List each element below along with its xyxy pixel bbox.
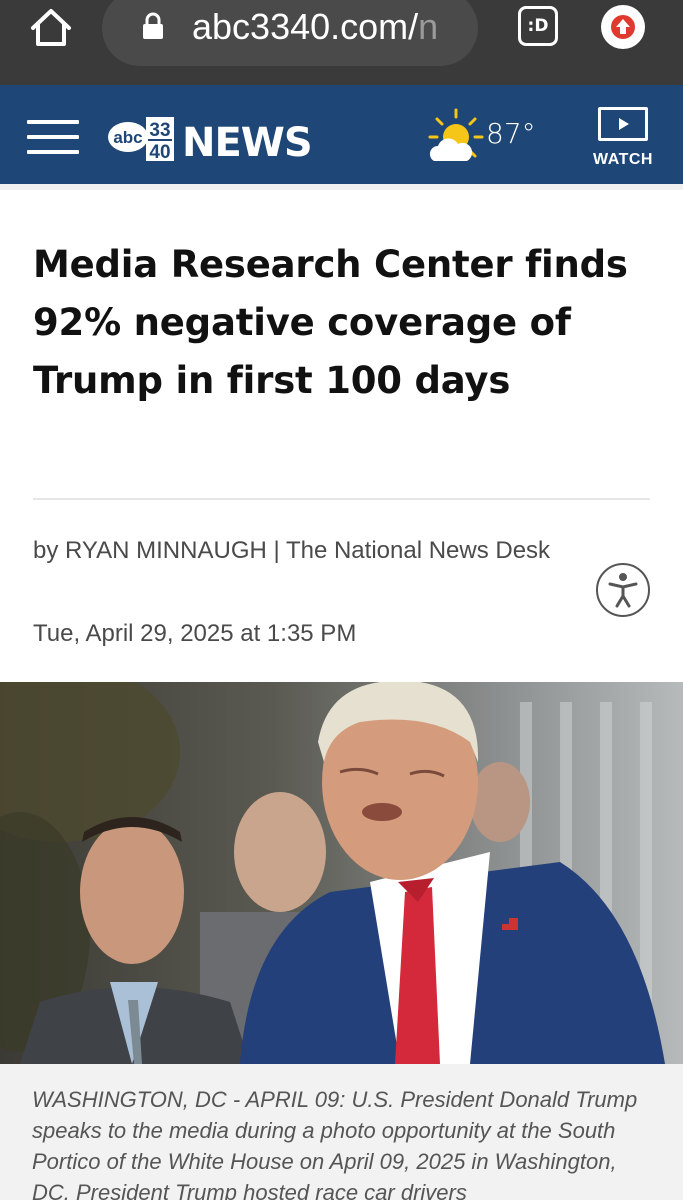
article-photo[interactable] <box>0 682 683 1064</box>
upload-arrow-icon <box>611 15 635 39</box>
home-button[interactable] <box>28 4 74 50</box>
article-headline: Media Research Center finds 92% negative… <box>33 243 628 402</box>
partly-sunny-icon <box>428 108 484 161</box>
abc3340-news-logo[interactable]: abc 33 40 NEWS <box>106 113 330 165</box>
article-byline: by RYAN MINNAUGH | The National News Des… <box>33 537 551 564</box>
site-header: abc 33 40 NEWS 87° WATCH <box>0 85 683 190</box>
home-icon <box>31 9 71 46</box>
menu-icon[interactable] <box>27 120 79 154</box>
logo-abc-text: abc <box>113 128 142 147</box>
watch-button[interactable]: WATCH <box>588 105 658 175</box>
photo-caption: WASHINGTON, DC - APRIL 09: U.S. Presiden… <box>32 1087 638 1200</box>
lock-icon <box>143 12 163 39</box>
accessibility-button[interactable] <box>596 563 650 617</box>
temperature[interactable]: 87° <box>486 117 536 150</box>
browser-toolbar: abc3340.com/n :D <box>0 0 683 85</box>
upload-icon[interactable] <box>601 5 645 49</box>
watch-label: WATCH <box>593 151 653 168</box>
logo-num-top: 33 <box>149 120 170 141</box>
url-text[interactable]: abc3340.com/n <box>192 6 462 48</box>
url-main: abc3340.com/ <box>192 6 419 47</box>
article-date: Tue, April 29, 2025 at 1:35 PM <box>33 620 357 647</box>
logo-news-text: NEWS <box>182 120 312 165</box>
play-triangle-icon <box>619 118 629 130</box>
photo-trump-speaking <box>0 682 683 1064</box>
accessibility-icon <box>608 573 638 608</box>
extension-icon[interactable]: :D <box>518 6 558 46</box>
play-icon <box>598 107 648 141</box>
divider <box>33 498 650 500</box>
url-fade: n <box>418 6 439 47</box>
logo-num-bottom: 40 <box>149 142 170 163</box>
